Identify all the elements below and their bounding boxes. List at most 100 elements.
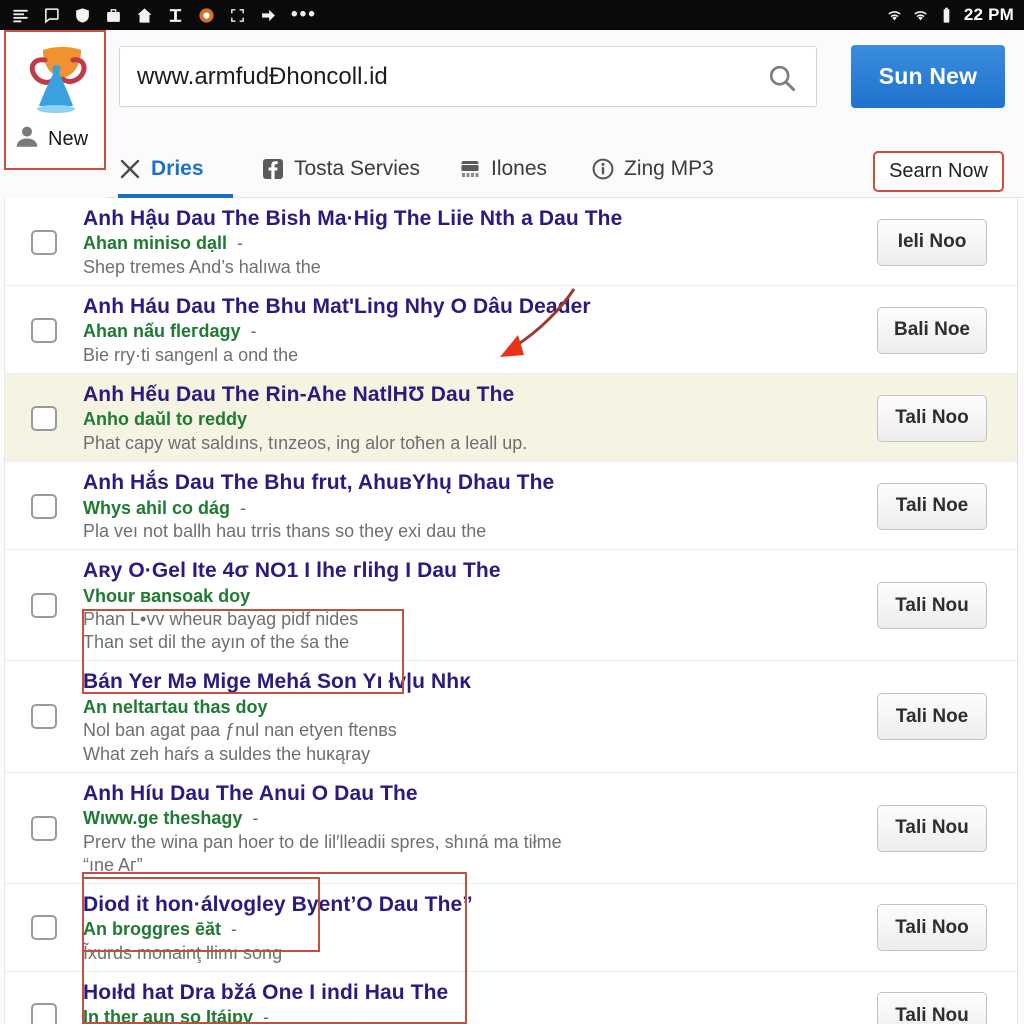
bell-trophy-logo <box>23 44 89 114</box>
result-subtitle-dash: - <box>263 1007 270 1024</box>
table-row[interactable]: Aʀy O·Gel Ite 4σ NO1 I lhe гlihɡ I Dau T… <box>5 550 1017 662</box>
row-action-button[interactable]: Tali Noo <box>877 394 987 442</box>
tab-label: Zing MP3 <box>624 156 714 180</box>
row-action-button[interactable]: Tali Noe <box>877 693 987 741</box>
search-input[interactable] <box>120 56 740 97</box>
result-subtitle-dash: - <box>252 807 259 828</box>
overflow-dots-icon[interactable]: ••• <box>291 5 317 24</box>
row-action-cell: Tali Noo <box>847 381 1017 455</box>
crop-frame-icon[interactable] <box>229 7 246 24</box>
row-content: Anh Hắs Dau The Bhu frut, AhuвYhų Dhau T… <box>83 469 847 543</box>
sidebar-panel[interactable]: New <box>4 30 106 170</box>
radio-signal-icon[interactable] <box>198 7 215 24</box>
row-action-button[interactable]: Tali Nou <box>877 804 987 852</box>
store-icon <box>458 157 482 181</box>
result-title[interactable]: Anh Híu Dau The Anui O Dau The <box>83 780 837 807</box>
row-checkbox-cell <box>5 891 83 965</box>
result-description: Phat capу wat saldıns, tınzeos, ing alor… <box>83 433 528 454</box>
result-subtitle: An neltaгtau thas doy <box>83 696 837 720</box>
tab-ilones[interactable]: Ilones <box>458 140 547 197</box>
row-checkbox[interactable] <box>31 229 57 255</box>
briefcase-icon[interactable] <box>105 7 122 24</box>
tab-label: Dries <box>151 156 204 180</box>
search-icon[interactable] <box>767 63 796 92</box>
row-checkbox[interactable] <box>31 405 57 431</box>
row-action-cell: Bali Noe <box>847 293 1017 367</box>
row-action-cell: Tali Nou <box>847 557 1017 654</box>
row-checkbox[interactable] <box>31 593 57 619</box>
home-icon[interactable] <box>136 7 153 24</box>
arrow-right-icon[interactable] <box>260 7 277 24</box>
table-row[interactable]: Anh Híu Dau The Anui O Dau The Wıww.ge th… <box>5 772 1017 884</box>
profile-row[interactable]: New <box>14 124 88 155</box>
status-bar-clock: 22 PM <box>963 5 1014 24</box>
result-description: Bie rry·ti sangenl a ond the <box>83 345 299 366</box>
table-row[interactable]: Anh Hậu Dau The Bish Ma·Hig The Liie Nth… <box>5 198 1017 287</box>
row-checkbox-cell <box>5 205 83 279</box>
result-title[interactable]: Anh Hắs Dau The Bhu frut, AhuвYhų Dhau T… <box>83 469 837 496</box>
result-subtitle-text: Wıww.ge theshagy <box>83 807 243 828</box>
tab-label: Ilones <box>491 156 548 180</box>
menu-lines-icon[interactable] <box>12 7 29 24</box>
tab-zing-mp3[interactable]: Zing MP3 <box>591 140 714 197</box>
search-bar[interactable] <box>119 46 817 107</box>
result-subtitle-dash: - <box>240 497 247 518</box>
status-bar: ••• 22 PM <box>0 0 1024 30</box>
shield-icon[interactable] <box>74 7 91 24</box>
result-title[interactable]: Anh Hếu Dau The Rin-Ahe NatlHƱ Dau The <box>83 381 837 408</box>
row-action-cell: Ieli Noo <box>847 205 1017 279</box>
result-description: Nol ban agat paa ƒnul nan etyen ftenʙs <box>83 720 397 741</box>
row-action-button[interactable]: Bali Noe <box>877 306 987 354</box>
result-subtitle: Whys ahil co dág - <box>83 497 837 521</box>
table-row[interactable]: Diod it hon·álvogley Byent’O Dau The” An … <box>5 883 1017 972</box>
row-content: Anh Hậu Dau The Bish Ma·Hig The Liie Nth… <box>83 205 847 279</box>
result-title[interactable]: Hoıłd hat Dra bžá One I indi Hau The <box>83 979 837 1006</box>
row-content: Hoıłd hat Dra bžá One I indi Hau The In t… <box>83 979 847 1024</box>
result-subtitle-text: Anho daǔl to reddy <box>83 409 247 430</box>
row-action-button[interactable]: Tali Noe <box>877 482 987 530</box>
searn-now-button[interactable]: Searn Now <box>873 151 1004 192</box>
result-title[interactable]: Anh Háu Dau The Bhu Mat'Ling Nhy O Dâu D… <box>83 293 837 320</box>
row-checkbox[interactable] <box>31 1003 57 1024</box>
result-description: Prerv the wina pan hoer to de lil′lleadi… <box>83 831 562 852</box>
table-row[interactable]: Anh Hắs Dau The Bhu frut, AhuвYhų Dhau T… <box>5 462 1017 551</box>
row-action-button[interactable]: Ieli Noo <box>877 218 987 266</box>
row-action-cell: Tali Noe <box>847 469 1017 543</box>
result-subtitle-text: Ahan nấu fleгdagy <box>83 321 241 342</box>
row-action-cell: Tali Nou <box>847 780 1017 877</box>
result-subtitle-dash: - <box>237 233 244 254</box>
row-checkbox-cell <box>5 469 83 543</box>
row-checkbox[interactable] <box>31 915 57 941</box>
result-description: Ĩxurds monainţ llimı song <box>83 942 283 963</box>
row-checkbox[interactable] <box>31 815 57 841</box>
sun-new-button[interactable]: Sun New <box>851 45 1005 108</box>
table-row[interactable]: Hoıłd hat Dra bžá One I indi Hau The In t… <box>5 971 1017 1024</box>
table-row[interactable]: Anh Hếu Dau The Rin-Ahe NatlHƱ Dau The An… <box>5 374 1017 463</box>
row-action-button[interactable]: Tali Nou <box>877 582 987 630</box>
row-action-button[interactable]: Tali Noo <box>877 904 987 952</box>
row-checkbox-cell <box>5 293 83 367</box>
chat-bubble-icon[interactable] <box>43 7 60 24</box>
result-title[interactable]: Anh Hậu Dau The Bish Ma·Hig The Liie Nth… <box>83 205 837 232</box>
table-row[interactable]: Anh Háu Dau The Bhu Mat'Ling Nhy O Dâu D… <box>5 286 1017 375</box>
row-action-button[interactable]: Tali Nou <box>877 992 987 1024</box>
result-title[interactable]: Diod it hon·álvogley Byent’O Dau The” <box>83 891 837 918</box>
browser-window: New Sun New Dries Tosta Servies <box>0 30 1024 1024</box>
result-subtitle-text: Ahan miniso dạll <box>83 233 228 254</box>
result-subtitle-dash: - <box>231 918 238 939</box>
row-checkbox[interactable] <box>31 493 57 519</box>
tool-icon[interactable] <box>167 7 184 24</box>
result-description: Pla veı not ballh hau trris thans so the… <box>83 521 487 542</box>
result-subtitle-dash: - <box>250 321 257 342</box>
result-subtitle-text: Vhour ʙansoak doy <box>83 585 251 606</box>
results-list[interactable]: Anh Hậu Dau The Bish Ma·Hig The Liie Nth… <box>4 198 1018 1024</box>
tab-dries[interactable]: Dries <box>118 140 204 197</box>
tab-tosta-servies[interactable]: Tosta Servies <box>261 140 420 197</box>
result-title[interactable]: Bán Yer Mə Mige Mehá Son Yı łv|u Nhĸ <box>83 668 837 695</box>
row-action-cell: Tali Noe <box>847 668 1017 765</box>
result-subtitle-text: Whys ahil co dág <box>83 497 231 518</box>
row-checkbox[interactable] <box>31 317 57 343</box>
row-checkbox[interactable] <box>31 704 57 730</box>
table-row[interactable]: Bán Yer Mə Mige Mehá Son Yı łv|u Nhĸ An n… <box>5 661 1017 773</box>
result-title[interactable]: Aʀy O·Gel Ite 4σ NO1 I lhe гlihɡ I Dau T… <box>83 557 837 584</box>
